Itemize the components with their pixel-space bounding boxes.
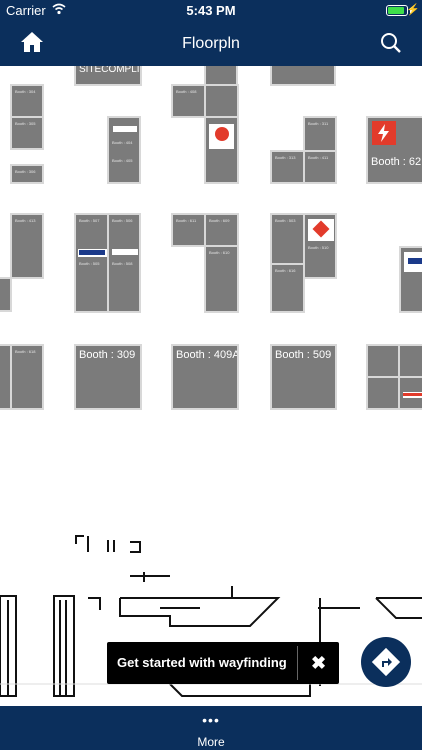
battery-fill xyxy=(388,7,404,14)
charging-icon: ⚡ xyxy=(406,4,420,16)
toast-divider xyxy=(297,646,298,680)
page-title: Floorpln xyxy=(182,35,240,52)
status-time: 5:43 PM xyxy=(186,3,236,18)
wayfinding-toast: Get started with wayfinding ✖ xyxy=(107,642,339,684)
battery-icon xyxy=(386,5,408,16)
directions-icon xyxy=(371,647,401,677)
floor-outline xyxy=(0,535,422,697)
more-icon[interactable]: ••• xyxy=(0,712,422,728)
nav-bar: Floorpln xyxy=(0,22,422,66)
search-icon[interactable] xyxy=(380,32,402,54)
close-icon[interactable]: ✖ xyxy=(311,653,326,674)
bottom-bar: ••• More xyxy=(0,706,422,750)
wayfinding-button[interactable] xyxy=(361,637,411,687)
toast-message: Get started with wayfinding xyxy=(117,655,287,670)
floor-map[interactable]: SITECOMPLI Booth : 304 Booth : 305 Booth… xyxy=(0,66,422,706)
more-button[interactable]: More xyxy=(0,735,422,749)
status-bar: Carrier 5:43 PM ⚡ xyxy=(0,0,422,22)
